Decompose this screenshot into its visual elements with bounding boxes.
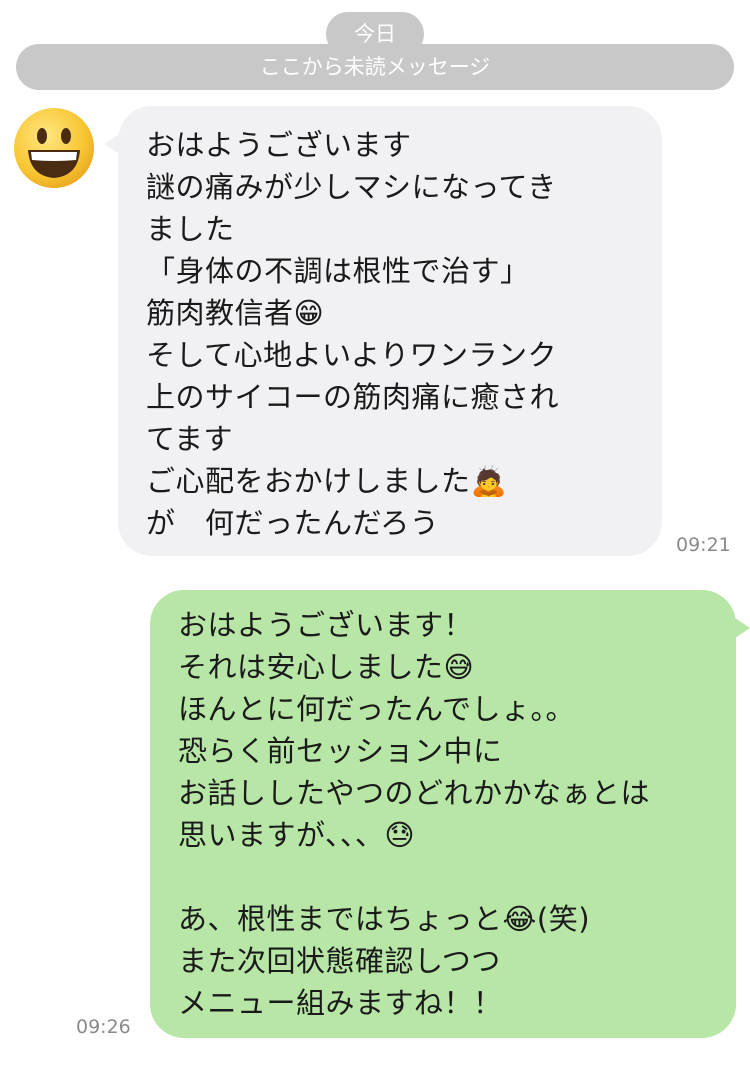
outgoing-message-bubble[interactable]: おはようございます！ それは安心しました😅 ほんとに何だったんでしょ。。 恐らく… — [150, 590, 750, 1038]
incoming-message-bubble[interactable]: おはようございます 謎の痛みが少しマシになってき ました 「身体の不調は根性で治… — [104, 106, 662, 556]
message-timestamp: 09:26 — [76, 1016, 131, 1038]
grinning-face-icon[interactable] — [12, 106, 96, 190]
message-timestamp: 09:21 — [676, 534, 731, 556]
date-label: 今日 — [326, 12, 424, 56]
